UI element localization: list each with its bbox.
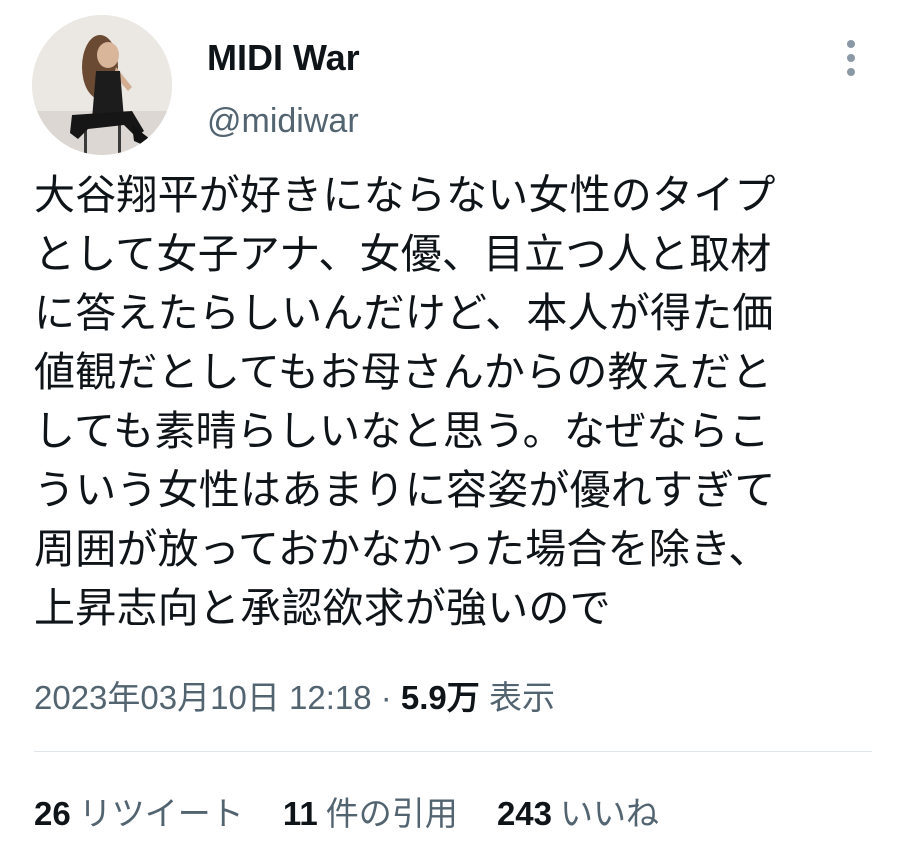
avatar[interactable] [32, 15, 172, 155]
tweet-text-line: として女子アナ、女優、目立つ人と取材 [34, 230, 772, 278]
retweets-stat[interactable]: 26 リツイート [34, 792, 244, 836]
engagement-stats: 26 リツイート 11 件の引用 243 いいね [34, 792, 689, 836]
quotes-count: 11 [282, 795, 318, 832]
tweet-text-line: 大谷翔平が好きにならない女性のタイプ [34, 171, 776, 219]
avatar-photo [32, 15, 172, 155]
meta-separator: · [371, 679, 401, 716]
retweets-count: 26 [34, 795, 71, 832]
divider [34, 751, 872, 752]
more-dot [847, 40, 855, 48]
tweet-text-line: しても素晴らしいなと思う。なぜならこ [34, 407, 770, 455]
tweet-text-line: 周囲が放っておかなかった場合を除き、 [34, 525, 770, 573]
views-label: 表示 [479, 679, 555, 716]
timestamp-link[interactable]: 2023年03月10日 12:18 [34, 679, 372, 716]
retweets-label: リツイート [78, 795, 244, 832]
more-dot [847, 68, 855, 76]
tweet-text-line: ういう女性はあまりに容姿が優れすぎて [34, 466, 776, 514]
display-name[interactable]: MIDI War [207, 36, 360, 80]
likes-stat[interactable]: 243 いいね [497, 792, 659, 836]
more-icon[interactable] [834, 38, 868, 78]
tweet-text-line: に答えたらしいんだけど、本人が得た価 [34, 289, 774, 337]
likes-count: 243 [496, 795, 553, 832]
likes-label: いいね [560, 795, 660, 832]
user-handle[interactable]: @midiwar [207, 100, 359, 142]
tweet-text-line: 上昇志向と承認欲求が強いので [34, 584, 611, 632]
tweet-card: MIDI War @midiwar 大谷翔平が好きにならない女性のタイプ として… [0, 0, 904, 865]
tweet-text-line: 値観だとしてもお母さんからの教えだと [34, 348, 773, 396]
tweet-meta: 2023年03月10日 12:18 · 5.9万 表示 [34, 676, 555, 720]
quotes-label: 件の引用 [325, 795, 458, 832]
views-count: 5.9万 [400, 679, 480, 716]
tweet-text: 大谷翔平が好きにならない女性のタイプ として女子アナ、女優、目立つ人と取材 に答… [34, 166, 880, 638]
quotes-stat[interactable]: 11 件の引用 [283, 792, 458, 836]
more-dot [847, 54, 855, 62]
